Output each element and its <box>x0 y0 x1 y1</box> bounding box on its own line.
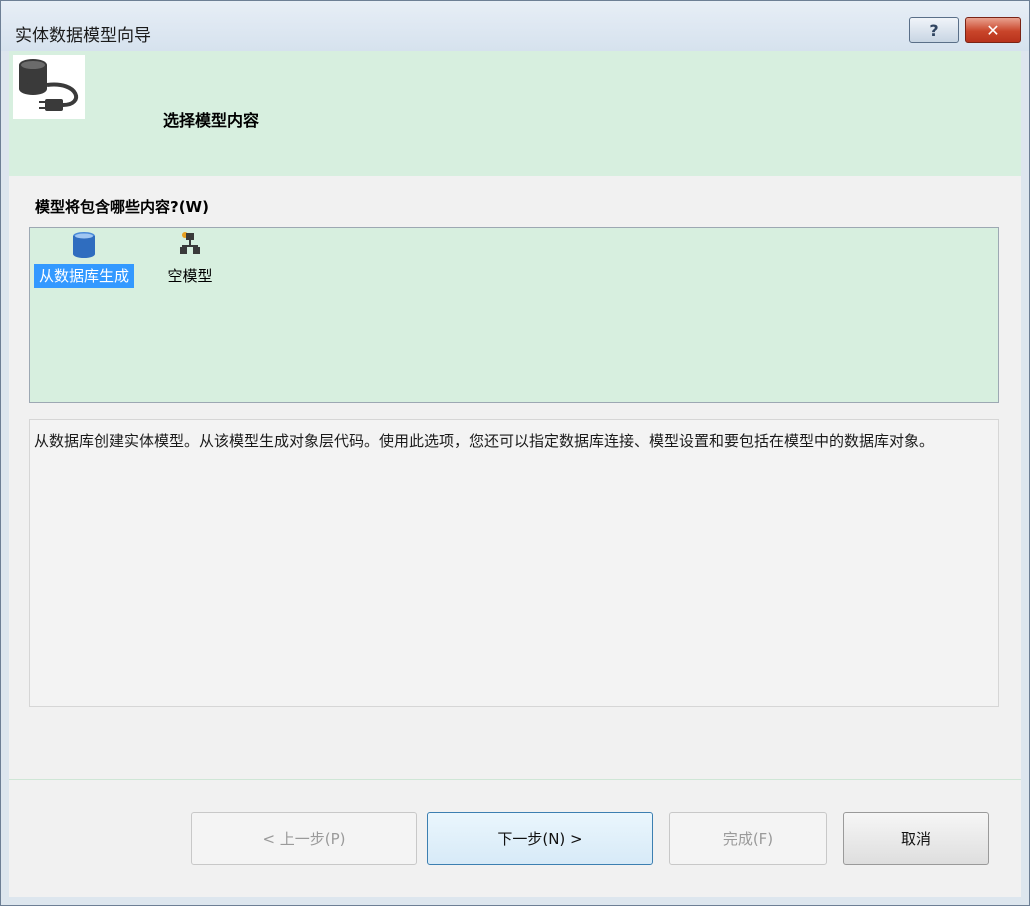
window-title: 实体数据模型向导 <box>15 26 151 46</box>
finish-button[interactable]: 完成(F) <box>669 812 827 865</box>
model-content-label: 模型将包含哪些内容?(W) <box>35 198 209 216</box>
database-icon <box>34 230 134 264</box>
cancel-button[interactable]: 取消 <box>843 812 989 865</box>
next-button[interactable]: 下一步(N) > <box>427 812 653 865</box>
wizard-window: 实体数据模型向导 ? ✕ 选择模型内容 模型将包含哪些内容?(W) 从数据库生成… <box>0 0 1030 906</box>
empty-model-icon <box>140 230 240 264</box>
option-description: 从数据库创建实体模型。从该模型生成对象层代码。使用此选项，您还可以指定数据库连接… <box>29 419 999 707</box>
close-button[interactable]: ✕ <box>965 17 1021 43</box>
wizard-header: 选择模型内容 <box>9 51 1021 176</box>
footer-divider <box>9 779 1021 780</box>
help-button[interactable]: ? <box>909 17 959 43</box>
option-generate-from-database[interactable]: 从数据库生成 <box>34 228 134 288</box>
option-label: 从数据库生成 <box>34 264 134 288</box>
page-title: 选择模型内容 <box>163 111 260 130</box>
database-connect-icon <box>13 55 85 119</box>
title-bar[interactable]: 实体数据模型向导 ? ✕ <box>1 1 1029 51</box>
option-label: 空模型 <box>167 267 213 285</box>
option-empty-model[interactable]: 空模型 <box>140 228 240 288</box>
wizard-body: 选择模型内容 模型将包含哪些内容?(W) 从数据库生成 空模型 从数据库创建实体… <box>9 51 1021 897</box>
model-content-list[interactable]: 从数据库生成 空模型 <box>29 227 999 403</box>
back-button[interactable]: < 上一步(P) <box>191 812 417 865</box>
